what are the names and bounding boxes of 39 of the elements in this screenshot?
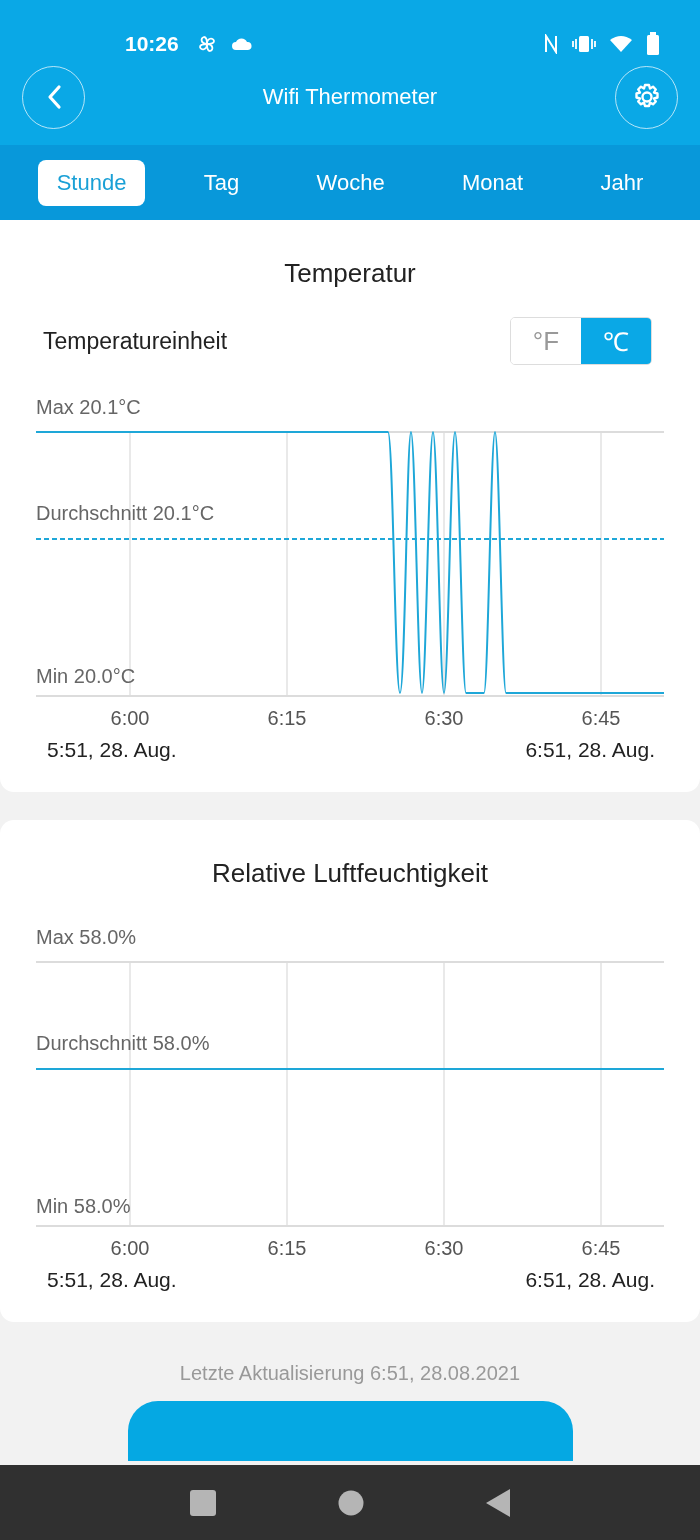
period-tab[interactable]: Monat [443, 159, 543, 206]
wifi-icon [610, 35, 632, 53]
app-title: Wifi Thermometer [262, 84, 438, 110]
pinwheel-icon [196, 34, 217, 54]
period-tab[interactable]: Jahr [581, 159, 663, 206]
last-update-text: Letzte Aktualisierung 6:51, 28.08.2021 [178, 1362, 522, 1385]
home-icon[interactable] [338, 1489, 364, 1516]
unit-label: Temperatureinheit [43, 327, 228, 355]
average-label: Durchschnitt 20.1°C [36, 502, 215, 524]
range-start: 5:51, 28. Aug. [47, 1268, 177, 1292]
nfc-icon [544, 34, 558, 54]
vibrate-icon [572, 34, 596, 54]
max-label: Max 58.0% [36, 926, 137, 948]
average-label: Durchschnitt 58.0% [36, 1032, 210, 1054]
x-tick-label: 6:45 [581, 1237, 621, 1259]
min-label: Min 20.0°C [36, 665, 136, 687]
period-tab[interactable]: Stunde [37, 159, 146, 206]
card-title: Temperatur [283, 258, 417, 289]
status-time: 10:26 [125, 32, 179, 56]
recents-icon[interactable] [188, 1488, 217, 1517]
x-tick-label: 6:15 [267, 1237, 307, 1259]
x-tick-label: 6:30 [424, 1237, 464, 1259]
unit-toggle[interactable]: ℃ [581, 318, 651, 364]
x-tick-label: 6:00 [110, 707, 150, 729]
x-tick-label: 6:45 [581, 707, 621, 729]
x-tick-label: 6:30 [424, 707, 464, 729]
card-title: Relative Luftfeuchtigkeit [210, 858, 489, 889]
range-end: 6:51, 28. Aug. [525, 1268, 655, 1292]
min-label: Min 58.0% [36, 1195, 131, 1217]
x-tick-label: 6:15 [267, 707, 307, 729]
x-tick-label: 6:00 [110, 1237, 150, 1259]
period-tab[interactable]: Woche [297, 159, 404, 206]
cloud-icon [230, 37, 253, 51]
range-start: 5:51, 28. Aug. [47, 738, 177, 762]
range-end: 6:51, 28. Aug. [525, 738, 655, 762]
period-tab[interactable]: Tag [184, 159, 259, 206]
battery-icon [646, 32, 660, 56]
max-label: Max 20.1°C [36, 396, 141, 418]
back-nav-icon[interactable] [485, 1487, 512, 1518]
